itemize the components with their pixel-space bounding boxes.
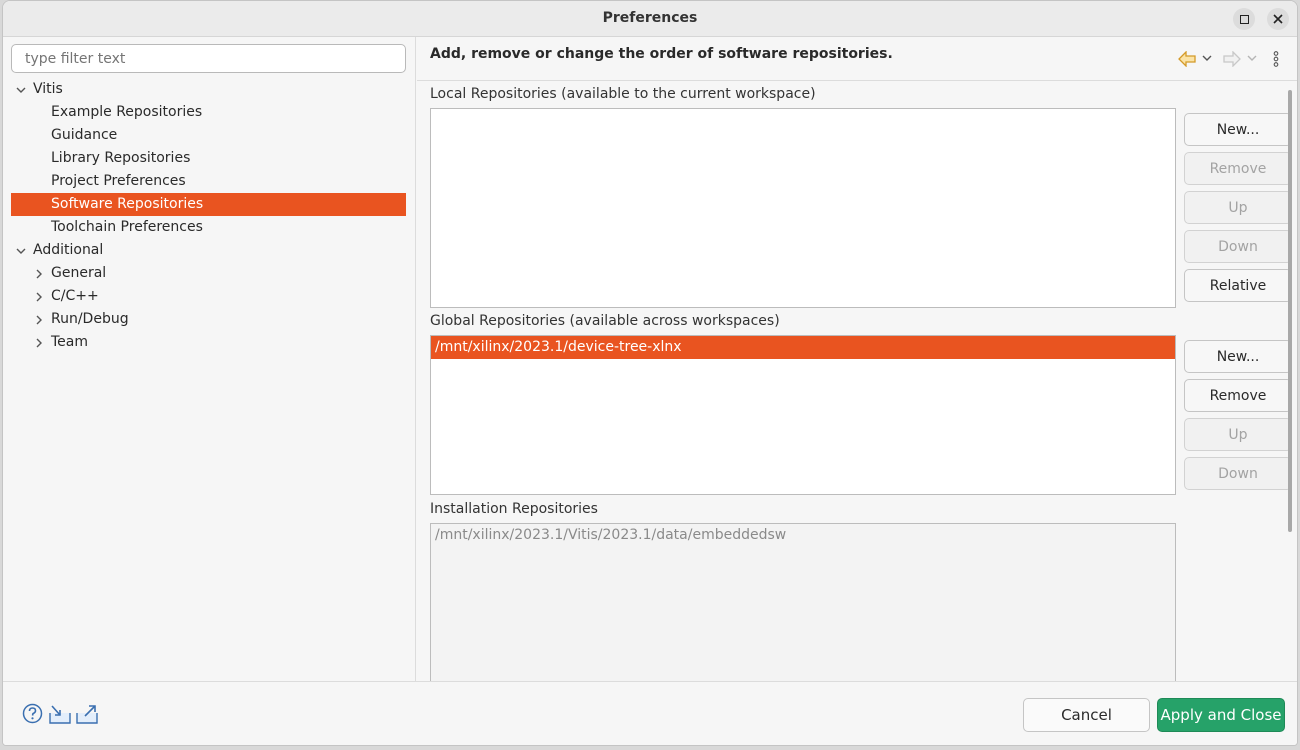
chevron-down-icon[interactable] <box>15 78 27 101</box>
installation-repositories-list: /mnt/xilinx/2023.1/Vitis/2023.1/data/emb… <box>430 523 1176 683</box>
global-down-button[interactable]: Down <box>1184 457 1292 490</box>
local-down-button[interactable]: Down <box>1184 230 1292 263</box>
tree-item-label: Run/Debug <box>51 311 129 327</box>
local-new-button[interactable]: New... <box>1184 113 1292 146</box>
local-remove-button[interactable]: Remove <box>1184 152 1292 185</box>
tree-item-team[interactable]: Team <box>11 331 406 354</box>
tree-item-label: Project Preferences <box>51 173 186 189</box>
window-title: Preferences <box>602 10 698 26</box>
close-icon <box>1273 14 1283 24</box>
import-icon[interactable] <box>48 703 72 725</box>
tree-item-label: Toolchain Preferences <box>51 219 203 235</box>
chevron-right-icon[interactable] <box>33 308 45 331</box>
tree-item-additional[interactable]: Additional <box>11 239 406 262</box>
back-dropdown-icon[interactable] <box>1202 55 1212 62</box>
tree-item-general[interactable]: General <box>11 262 406 285</box>
dialog-footer: Cancel Apply and Close <box>3 681 1297 745</box>
filter-input[interactable] <box>11 44 406 73</box>
apply-and-close-button[interactable]: Apply and Close <box>1157 698 1285 732</box>
preferences-dialog: Preferences Vitis Example Repositories Gui… <box>2 0 1298 746</box>
tree-item-vitis[interactable]: Vitis <box>11 78 406 101</box>
preference-tree: Vitis Example Repositories Guidance Library… <box>11 78 406 354</box>
close-button[interactable] <box>1267 8 1289 30</box>
chevron-down-icon[interactable] <box>15 239 27 262</box>
tree-item-label: General <box>51 265 107 281</box>
tree-item-label: Software Repositories <box>51 196 204 212</box>
vertical-scrollbar[interactable] <box>1288 90 1292 532</box>
tree-item-label: Example Repositories <box>51 104 203 120</box>
list-item[interactable]: /mnt/xilinx/2023.1/device-tree-xlnx <box>431 336 1175 359</box>
page-header: Add, remove or change the order of softw… <box>417 37 1297 81</box>
chevron-right-icon[interactable] <box>33 262 45 285</box>
tree-item-label: Team <box>51 334 89 350</box>
local-repositories-list[interactable] <box>430 108 1176 308</box>
preference-navigation-pane: Vitis Example Repositories Guidance Library… <box>3 37 416 681</box>
view-menu-icon[interactable] <box>1273 51 1279 67</box>
local-relative-button[interactable]: Relative <box>1184 269 1292 302</box>
list-item: /mnt/xilinx/2023.1/Vitis/2023.1/data/emb… <box>435 527 787 543</box>
global-remove-button[interactable]: Remove <box>1184 379 1292 412</box>
tree-item-guidance[interactable]: Guidance <box>11 124 406 147</box>
tree-item-label: C/C++ <box>51 288 99 304</box>
forward-arrow-icon[interactable] <box>1223 51 1241 67</box>
help-icon[interactable] <box>22 703 43 724</box>
tree-item-label: Guidance <box>51 127 118 143</box>
global-new-button[interactable]: New... <box>1184 340 1292 373</box>
global-up-button[interactable]: Up <box>1184 418 1292 451</box>
preference-page: Add, remove or change the order of softw… <box>417 37 1297 683</box>
tree-item-label: Additional <box>33 242 104 258</box>
tree-item-library-repositories[interactable]: Library Repositories <box>11 147 406 170</box>
back-arrow-icon[interactable] <box>1178 51 1196 67</box>
maximize-icon <box>1239 14 1249 24</box>
global-repositories-label: Global Repositories (available across wo… <box>430 313 780 329</box>
cancel-button[interactable]: Cancel <box>1023 698 1150 732</box>
global-repositories-list[interactable]: /mnt/xilinx/2023.1/device-tree-xlnx <box>430 335 1176 495</box>
title-bar: Preferences <box>3 1 1297 37</box>
tree-item-toolchain-preferences[interactable]: Toolchain Preferences <box>11 216 406 239</box>
tree-item-label: Vitis <box>33 81 63 97</box>
tree-item-software-repositories[interactable]: Software Repositories <box>11 193 406 216</box>
page-title: Add, remove or change the order of softw… <box>430 46 893 62</box>
tree-item-example-repositories[interactable]: Example Repositories <box>11 101 406 124</box>
forward-dropdown-icon[interactable] <box>1247 55 1257 62</box>
installation-repositories-label: Installation Repositories <box>430 501 598 517</box>
local-repositories-label: Local Repositories (available to the cur… <box>430 86 816 102</box>
local-up-button[interactable]: Up <box>1184 191 1292 224</box>
tree-item-run-debug[interactable]: Run/Debug <box>11 308 406 331</box>
chevron-right-icon[interactable] <box>33 331 45 354</box>
tree-item-project-preferences[interactable]: Project Preferences <box>11 170 406 193</box>
maximize-button[interactable] <box>1233 8 1255 30</box>
chevron-right-icon[interactable] <box>33 285 45 308</box>
tree-item-c-c[interactable]: C/C++ <box>11 285 406 308</box>
export-icon[interactable] <box>75 703 99 725</box>
tree-item-label: Library Repositories <box>51 150 191 166</box>
